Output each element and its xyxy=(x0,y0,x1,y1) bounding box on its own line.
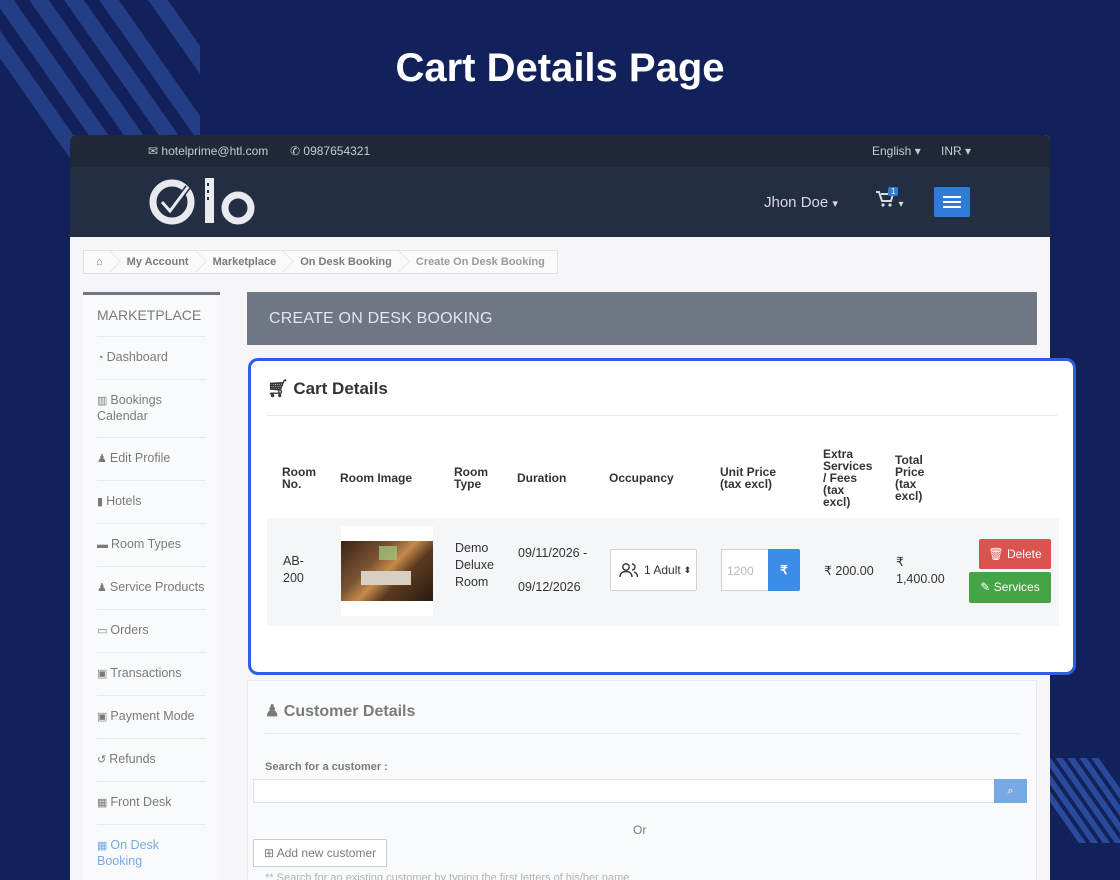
qlo-logo[interactable] xyxy=(148,175,258,229)
column-header-unit-price: Unit Price (tax excl) xyxy=(720,465,777,491)
sidebar-item-edit-profile[interactable]: ♟ Edit Profile xyxy=(97,438,206,481)
trash-icon: 🗑︎ xyxy=(988,547,1004,561)
customer-search-input[interactable] xyxy=(253,779,995,803)
currency-button[interactable]: ₹ xyxy=(768,549,800,591)
breadcrumb-current: Create On Desk Booking xyxy=(415,256,545,268)
cart-details-title: 🛒︎ Cart Details xyxy=(267,379,1057,416)
language-dropdown[interactable]: English ▾ xyxy=(872,144,921,158)
user-menu[interactable]: Jhon Doe ▾ xyxy=(764,194,838,211)
sidebar-item-dashboard[interactable]: ◔ Dashboard xyxy=(97,337,206,380)
users-icon xyxy=(619,563,639,578)
column-header-room-no: Room No. xyxy=(282,465,316,491)
sidebar-item-transactions[interactable]: ▣ Transactions xyxy=(97,653,206,696)
unit-price-input[interactable]: 1200 xyxy=(721,549,769,591)
building-icon: ▮ xyxy=(97,496,104,508)
room-image xyxy=(341,526,433,616)
table-row: AB-200 Demo Deluxe Room 09/11/2026 - 09/… xyxy=(267,518,1059,626)
column-header-occupancy: Occupancy xyxy=(609,471,674,485)
sidebar-item-bookings-calendar[interactable]: ▥ Bookings Calendar xyxy=(97,380,206,438)
search-icon: ⌕ xyxy=(1007,785,1014,797)
customer-search-button[interactable]: ⌕ xyxy=(994,779,1027,803)
phone-icon: ✆ xyxy=(290,144,301,158)
user-icon: ♟ xyxy=(265,703,280,720)
customer-details-title: ♟ Customer Details xyxy=(265,701,1019,734)
currency-dropdown[interactable]: INR ▾ xyxy=(941,144,971,158)
column-header-extra-services: Extra Services / Fees (tax excl) xyxy=(823,447,873,509)
email-link[interactable]: ✉ hotelprime@htl.com xyxy=(148,144,268,158)
credit-card-icon: ▭ xyxy=(97,625,108,637)
breadcrumb-marketplace[interactable]: Marketplace xyxy=(201,256,289,268)
sidebar: MARKETPLACE ◔ Dashboard ▥ Bookings Calenda… xyxy=(83,292,220,880)
date-from: 09/11/2026 - xyxy=(518,546,588,560)
hamburger-icon xyxy=(943,196,961,208)
customer-search-hint: ** Search for an existing customer by ty… xyxy=(265,872,633,880)
envelope-icon: ✉ xyxy=(148,144,159,158)
navbar: Jhon Doe ▾ 1 ▾ xyxy=(70,167,1050,237)
sidebar-item-service-products[interactable]: ♟ Service Products xyxy=(97,567,206,610)
undo-icon: ↺ xyxy=(97,754,107,766)
topbar: ✉ hotelprime@htl.com ✆ 0987654321 Englis… xyxy=(70,135,1050,167)
caret-down-icon: ▾ xyxy=(898,199,904,210)
column-header-room-image: Room Image xyxy=(340,471,413,485)
money-icon: ▣ xyxy=(97,711,108,723)
breadcrumb-on-desk-booking[interactable]: On Desk Booking xyxy=(288,256,404,268)
content-header: CREATE ON DESK BOOKING xyxy=(247,292,1037,345)
sidebar-item-room-types[interactable]: ▬ Room Types xyxy=(97,524,206,567)
column-header-total-price: Total Price (tax excl) xyxy=(895,453,925,503)
date-to: 09/12/2026 xyxy=(518,580,581,594)
customer-search-label: Search for a customer : xyxy=(265,761,388,773)
or-separator: Or xyxy=(633,823,647,837)
sidebar-title: MARKETPLACE xyxy=(97,295,206,337)
caret-down-icon: ▾ xyxy=(965,144,972,158)
dashboard-icon: ◔ xyxy=(97,352,104,364)
sidebar-item-on-desk-booking[interactable]: ▦ On Desk Booking xyxy=(97,825,206,880)
cart-count-badge: 1 xyxy=(888,187,899,196)
sidebar-item-orders[interactable]: ▭ Orders xyxy=(97,610,206,653)
bar-chart-icon: ▥ xyxy=(97,395,108,407)
cart-button[interactable]: 1 ▾ xyxy=(876,187,904,212)
column-header-room-type: Room Type xyxy=(454,465,488,491)
plus-square-icon: ⊞ xyxy=(264,846,275,860)
breadcrumb-my-account[interactable]: My Account xyxy=(115,256,201,268)
room-number: AB-200 xyxy=(283,554,304,585)
user-plus-icon: ♟ xyxy=(97,582,107,594)
column-header-duration: Duration xyxy=(517,471,567,485)
room-type: Demo Deluxe Room xyxy=(455,541,494,589)
shopping-cart-icon: 🛒︎ xyxy=(267,379,289,398)
caret-down-icon: ▾ xyxy=(832,198,838,210)
total-price-value: ₹ 1,400.00 xyxy=(896,555,945,586)
user-icon: ♟ xyxy=(97,453,107,465)
sidebar-item-front-desk[interactable]: ▦ Front Desk xyxy=(97,782,206,825)
sidebar-item-payment-mode[interactable]: ▣ Payment Mode xyxy=(97,696,206,739)
cart-details-panel: 🛒︎ Cart Details Room No. Room Image Room… xyxy=(248,358,1076,675)
page-title: Cart Details Page xyxy=(395,46,725,90)
calendar-icon: ▦ xyxy=(97,840,108,852)
delete-button[interactable]: 🗑︎ Delete xyxy=(979,539,1051,569)
breadcrumb: ⌂ My Account Marketplace On Desk Booking… xyxy=(83,250,558,274)
bed-icon: ▬ xyxy=(97,539,108,551)
extra-services-value: ₹ 200.00 xyxy=(824,564,874,578)
add-customer-button[interactable]: ⊞ Add new customer xyxy=(253,839,388,867)
sidebar-item-hotels[interactable]: ▮ Hotels xyxy=(97,481,206,524)
calendar-icon: ▦ xyxy=(97,797,108,809)
home-icon[interactable]: ⌂ xyxy=(84,256,115,268)
pencil-icon: ✎ xyxy=(980,580,991,594)
services-button[interactable]: ✎ Services xyxy=(969,572,1051,603)
customer-details-panel: ♟ Customer Details Search for a customer… xyxy=(247,680,1037,880)
caret-down-icon: ▾ xyxy=(914,144,921,158)
decorative-stripes xyxy=(1045,758,1120,843)
sidebar-item-refunds[interactable]: ↺ Refunds xyxy=(97,739,206,782)
phone-link[interactable]: ✆ 0987654321 xyxy=(290,144,370,158)
occupancy-dropdown[interactable]: 1 Adult ⬍ xyxy=(610,549,697,591)
menu-toggle-button[interactable] xyxy=(934,187,970,217)
money-icon: ▣ xyxy=(97,668,108,680)
sort-icon: ⬍ xyxy=(683,564,692,575)
